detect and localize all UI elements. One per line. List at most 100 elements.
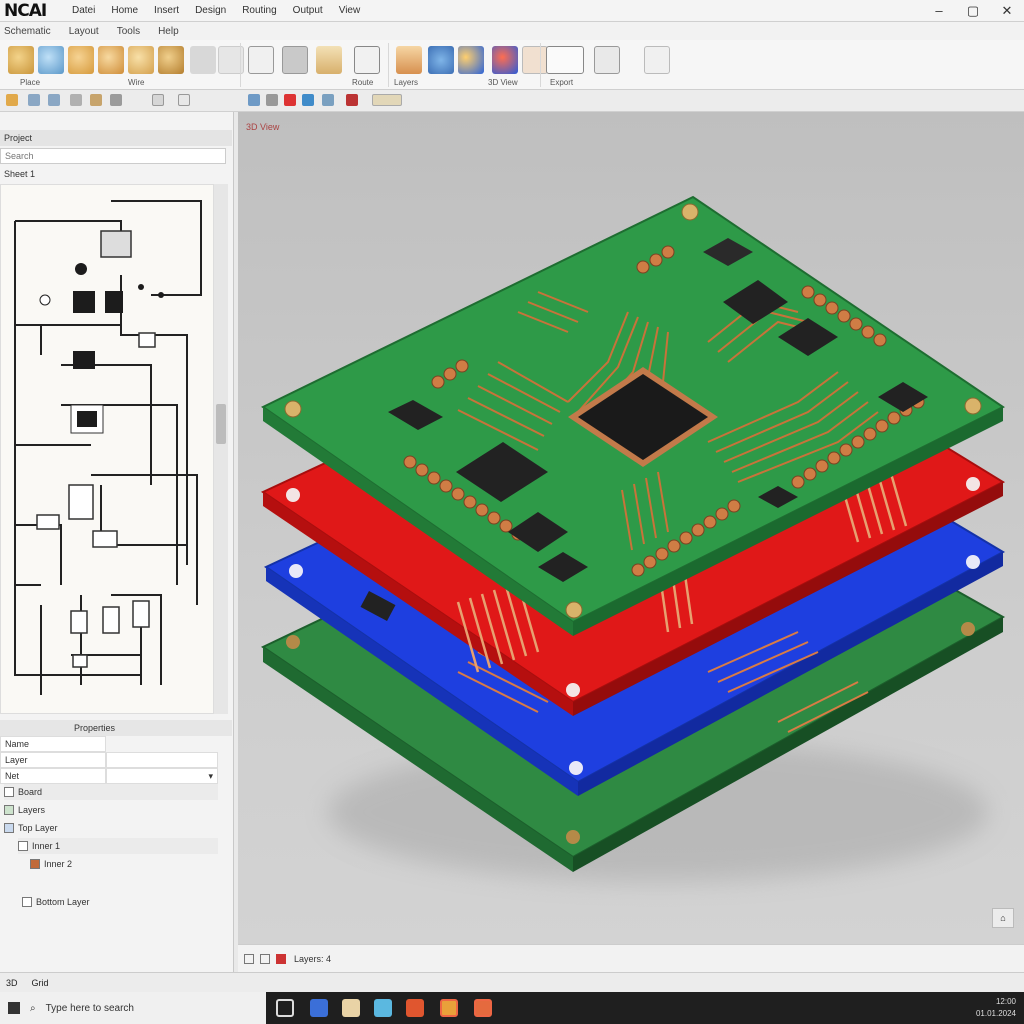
menu-item-home[interactable]: Home xyxy=(109,5,140,16)
new-sheet-icon[interactable] xyxy=(248,46,274,74)
highlight-icon[interactable] xyxy=(346,94,358,106)
tree-item-bottom-layer[interactable]: Bottom Layer xyxy=(22,894,90,910)
open-folder-icon[interactable] xyxy=(6,94,18,106)
task-view-icon[interactable] xyxy=(276,999,294,1017)
board-outline-icon[interactable] xyxy=(282,46,308,74)
schematic-scrollbar[interactable] xyxy=(214,184,228,714)
cut-icon[interactable] xyxy=(70,94,82,106)
menu-item-insert[interactable]: Insert xyxy=(152,5,181,16)
layers-icon[interactable] xyxy=(396,46,422,74)
tree-item-label: Layers xyxy=(18,805,46,815)
property-value-field[interactable] xyxy=(106,752,218,768)
place-label-icon[interactable] xyxy=(128,46,154,74)
grid-icon[interactable] xyxy=(248,94,260,106)
compare-icon[interactable] xyxy=(522,46,548,74)
tree-item-layers[interactable]: Layers xyxy=(4,802,45,818)
place-wire-icon[interactable] xyxy=(38,46,64,74)
browser-icon[interactable] xyxy=(474,999,492,1017)
tab-layout[interactable]: Layout xyxy=(69,26,99,37)
place-footprint-icon[interactable] xyxy=(316,46,342,74)
erase-icon[interactable] xyxy=(190,46,216,74)
status-marker-icon[interactable] xyxy=(276,953,286,964)
snap-icon[interactable] xyxy=(266,94,278,106)
paste-icon[interactable] xyxy=(110,94,122,106)
zoom-icon[interactable] xyxy=(152,94,164,106)
ribbon-group-label-export: Export xyxy=(550,78,574,87)
tab-schematic[interactable]: Schematic xyxy=(4,26,51,37)
tree-item-label: Top Layer xyxy=(18,823,58,833)
property-value-dropdown[interactable]: ▾ xyxy=(106,768,218,784)
undo-icon[interactable] xyxy=(28,94,40,106)
tab-help[interactable]: Help xyxy=(158,26,179,37)
menu-item-routing[interactable]: Routing xyxy=(240,5,278,16)
close-button[interactable]: ✕ xyxy=(990,0,1024,22)
tree-item-board[interactable]: Board xyxy=(4,784,218,800)
expand-icon[interactable] xyxy=(4,823,14,833)
schematic-preview[interactable] xyxy=(0,184,214,714)
menu-item-file[interactable]: Datei xyxy=(70,5,97,16)
menu-item-design[interactable]: Design xyxy=(193,5,228,16)
home-view-button[interactable]: ⌂ xyxy=(992,908,1014,928)
tray-date: 01.01.2024 xyxy=(975,1009,1016,1018)
explorer-icon[interactable] xyxy=(310,999,328,1017)
properties-header: Properties xyxy=(0,720,232,736)
inspect-icon[interactable] xyxy=(428,46,454,74)
taskbar-search[interactable]: ⌕ Type here to search xyxy=(0,992,266,1024)
place-bus-icon[interactable] xyxy=(98,46,124,74)
properties-header-label: Properties xyxy=(74,723,116,733)
print-icon[interactable] xyxy=(644,46,670,74)
property-row[interactable]: Layer xyxy=(0,752,106,768)
chevron-down-icon: ▾ xyxy=(208,770,213,781)
viewport-status-text: Layers: 4 xyxy=(294,953,332,964)
marker-icon[interactable] xyxy=(284,94,296,106)
search-field[interactable]: Search xyxy=(0,148,226,164)
ribbon-group-label-place: Place xyxy=(20,78,41,87)
project-header: Project xyxy=(0,130,232,146)
expand-icon[interactable] xyxy=(4,805,14,815)
select-icon[interactable] xyxy=(178,94,190,106)
3d-view-icon[interactable] xyxy=(492,46,518,74)
tree-item-label: Bottom Layer xyxy=(36,897,90,907)
tree-item-inner-2[interactable]: Inner 2 xyxy=(30,856,72,872)
maximize-button[interactable]: ▢ xyxy=(956,0,990,22)
route-icon[interactable] xyxy=(354,46,380,74)
expand-icon[interactable] xyxy=(18,841,28,851)
expand-icon[interactable] xyxy=(4,787,14,797)
start-icon[interactable] xyxy=(8,1002,20,1014)
redo-icon[interactable] xyxy=(48,94,60,106)
property-row[interactable]: Net xyxy=(0,768,106,784)
settings-icon[interactable] xyxy=(372,94,402,106)
sheet-label[interactable]: Sheet 1 xyxy=(0,166,232,182)
ruler-icon[interactable] xyxy=(322,94,334,106)
secondary-toolbar xyxy=(0,90,1024,112)
status-item[interactable]: Grid xyxy=(32,978,49,988)
place-power-icon[interactable] xyxy=(158,46,184,74)
export-bom-icon[interactable] xyxy=(594,46,620,74)
office-icon[interactable] xyxy=(406,999,424,1017)
drc-icon[interactable] xyxy=(458,46,484,74)
ribbon-toolbar: Route Layers 3D View Export Place Wire xyxy=(0,40,1024,90)
measure-icon[interactable] xyxy=(302,94,314,106)
status-item[interactable]: 3D xyxy=(6,978,18,988)
schematic-scrollbar-thumb[interactable] xyxy=(216,404,226,444)
tree-item-inner-1[interactable]: Inner 1 xyxy=(18,838,218,854)
place-net-icon[interactable] xyxy=(68,46,94,74)
menu-item-view[interactable]: View xyxy=(337,5,363,16)
copy-icon[interactable] xyxy=(90,94,102,106)
menu-item-output[interactable]: Output xyxy=(291,5,325,16)
minimize-button[interactable]: – xyxy=(922,0,956,22)
mail-icon[interactable] xyxy=(342,999,360,1017)
property-row[interactable]: Name xyxy=(0,736,106,752)
checkbox[interactable] xyxy=(22,897,32,907)
export-gerber-icon[interactable] xyxy=(546,46,584,74)
ribbon-tabs: Schematic Layout Tools Help xyxy=(0,22,1024,40)
place-part-icon[interactable] xyxy=(8,46,34,74)
status-snap-icon[interactable] xyxy=(260,953,270,964)
system-tray[interactable]: 12:00 01.01.2024 xyxy=(976,996,1016,1020)
tab-tools[interactable]: Tools xyxy=(117,26,140,37)
tree-item-top-layer[interactable]: Top Layer xyxy=(4,820,58,836)
3d-viewport[interactable]: 3D View ⌂ xyxy=(238,112,1024,944)
status-grid-icon[interactable] xyxy=(244,953,254,964)
pcb-app-icon[interactable] xyxy=(440,999,458,1017)
store-icon[interactable] xyxy=(374,999,392,1017)
